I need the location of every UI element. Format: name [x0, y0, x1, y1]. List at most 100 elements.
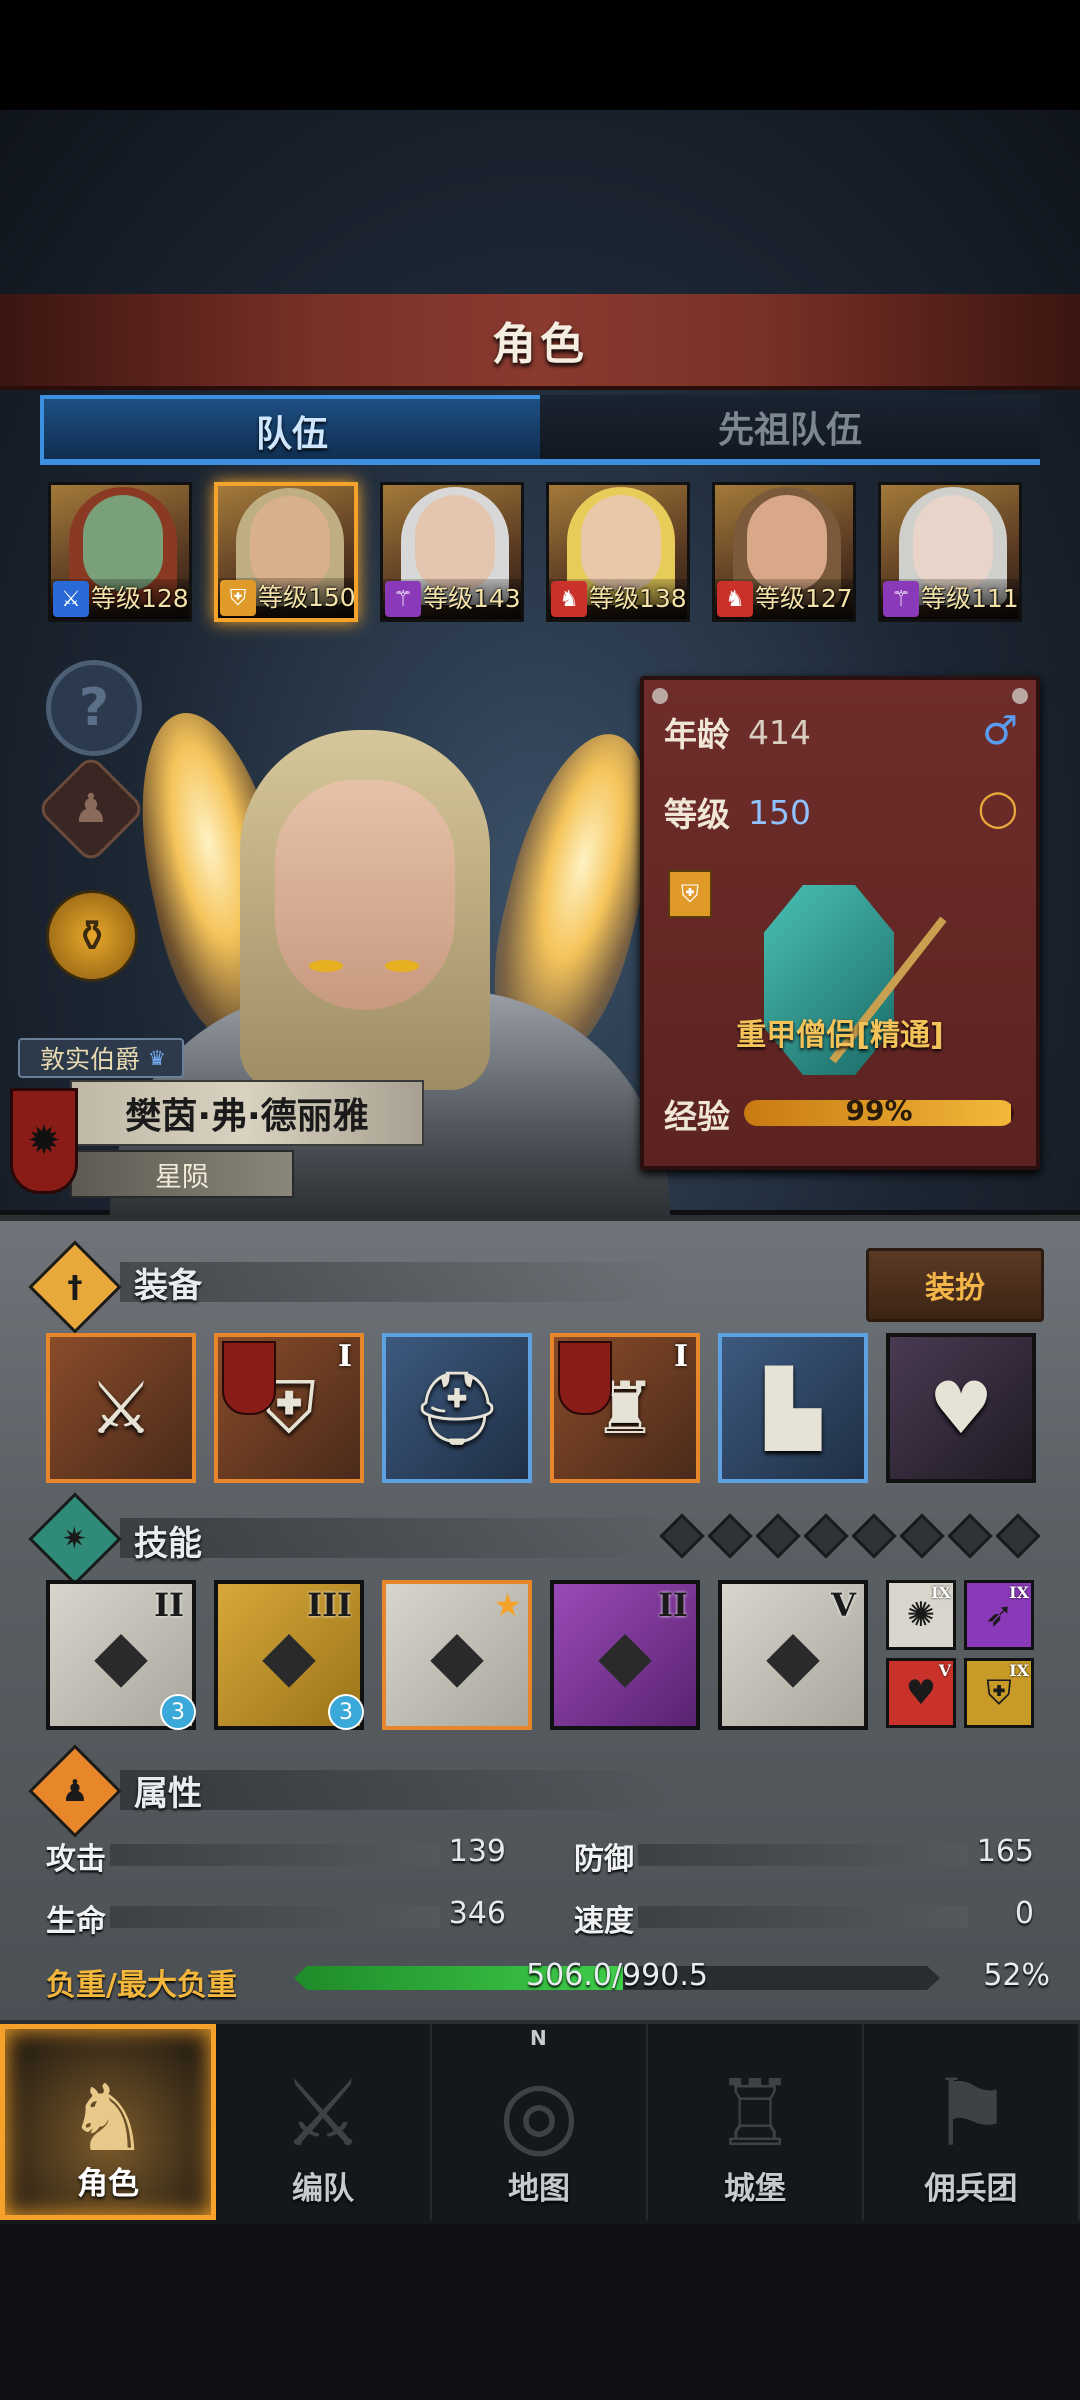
- nav-label: 城堡: [724, 2171, 786, 2207]
- nav-castle[interactable]: ♖ 城堡: [648, 2024, 864, 2220]
- mercenary-icon: ⚑: [929, 2060, 1013, 2167]
- rivet: [1012, 688, 1028, 704]
- attack-row: 攻击 139: [46, 1834, 506, 1877]
- mini-skill-burst[interactable]: ✺ IX: [886, 1580, 956, 1650]
- armor-slot[interactable]: I ♜: [550, 1333, 700, 1483]
- skill-tier: II: [154, 1586, 184, 1624]
- skill-tier: IX: [931, 1583, 951, 1602]
- speed-label: 速度: [574, 1904, 634, 1939]
- tab-team[interactable]: 队伍: [40, 395, 544, 463]
- mini-skill-shield-icon: ⛨: [986, 1673, 1012, 1713]
- boots-slot[interactable]: ▙: [718, 1333, 868, 1483]
- portrait-face: [415, 495, 495, 591]
- member-level: 等级128: [91, 584, 189, 613]
- tab-ancestor-team[interactable]: 先祖队伍: [540, 395, 1040, 459]
- speed-value: 0: [1014, 1896, 1034, 1931]
- skill-tier: V: [938, 1661, 951, 1680]
- skill-5[interactable]: ◆ V: [718, 1580, 868, 1730]
- male-icon: ♂: [982, 708, 1018, 754]
- hp-bar: [110, 1906, 440, 1928]
- weapon-slot[interactable]: ⚔: [46, 1333, 196, 1483]
- hero-eye: [385, 960, 419, 972]
- load-percent: 52%: [983, 1958, 1050, 1993]
- nav-map[interactable]: ◎ 地图 N: [432, 2024, 648, 2220]
- age-label: 年龄: [664, 715, 730, 754]
- status-bar-area: [0, 0, 1080, 110]
- party-member-portrait[interactable]: ♞ 等级127: [712, 482, 856, 622]
- amulet-slot[interactable]: ♥: [886, 1333, 1036, 1483]
- defense-bar: [638, 1844, 968, 1866]
- hero-info-panel: 年龄 414 ♂ 等级 150 ◯ ⛨ 重甲僧侣[精通] 经验 99%: [640, 676, 1040, 1170]
- compass-letter: N: [530, 2026, 547, 2050]
- member-level: 等级138: [589, 584, 687, 613]
- attack-value: 139: [448, 1834, 506, 1869]
- member-level: 等级111: [921, 584, 1019, 613]
- skill-icon: ◆: [598, 1614, 652, 1696]
- nav-label: 角色: [77, 2166, 139, 2202]
- skill-charge-badge: 3: [160, 1694, 196, 1730]
- skill-charge-badge: 3: [328, 1694, 364, 1730]
- skill-3[interactable]: ◆ ★: [382, 1580, 532, 1730]
- attributes-title: 属性: [134, 1774, 202, 1814]
- skill-2[interactable]: ◆ III 3: [214, 1580, 364, 1730]
- mini-skill-heart-icon: ♥: [905, 1673, 937, 1713]
- noble-title: 敦实伯爵: [40, 1045, 141, 1074]
- staff-icon: ⚚: [385, 581, 421, 617]
- nav-mercenary[interactable]: ⚑ 佣兵团: [864, 2024, 1080, 2220]
- star-plate: 星陨: [70, 1150, 294, 1198]
- star-icon: ★: [493, 1586, 522, 1624]
- hero-name: 樊茵·弗·德丽雅: [125, 1096, 369, 1137]
- party-member-portrait[interactable]: ♞ 等级138: [546, 482, 690, 622]
- sword-icon: ⚔: [53, 581, 89, 617]
- shield-slot[interactable]: I ⛨: [214, 1333, 364, 1483]
- skill-tier: IX: [1009, 1661, 1029, 1680]
- formation-icon: ⚔: [281, 2060, 365, 2167]
- age-row: 年龄 414: [664, 708, 811, 756]
- skill-tier: II: [658, 1586, 688, 1624]
- portrait-face: [913, 495, 993, 591]
- member-level: 等级127: [755, 584, 853, 613]
- skill-tier: III: [307, 1586, 352, 1624]
- hp-row: 生命 346: [46, 1896, 506, 1939]
- load-label: 负重/最大负重: [46, 1968, 237, 2003]
- party-member-portrait[interactable]: ⚚ 等级111: [878, 482, 1022, 622]
- nav-character[interactable]: ♞ 角色: [0, 2024, 216, 2220]
- hero-star: 星陨: [155, 1161, 209, 1193]
- mini-skill-heart[interactable]: ♥ V: [886, 1658, 956, 1728]
- beast-icon: ♞: [717, 581, 753, 617]
- nav-formation[interactable]: ⚔ 编队: [216, 2024, 432, 2220]
- skill-4[interactable]: ◆ II: [550, 1580, 700, 1730]
- exp-label: 经验: [664, 1097, 730, 1136]
- speed-bar: [638, 1906, 968, 1928]
- rivet: [652, 688, 668, 704]
- ring-icon[interactable]: ◯: [978, 788, 1018, 829]
- hero-face: [275, 780, 455, 1010]
- attack-label: 攻击: [46, 1842, 106, 1877]
- shield-icon: ⛨: [220, 580, 256, 616]
- team-tabs: 队伍 先祖队伍: [40, 395, 1040, 465]
- equip-tier: I: [673, 1339, 688, 1374]
- staff-icon: ⚚: [883, 581, 919, 617]
- section-rule: [120, 1770, 680, 1810]
- mini-skill-shield[interactable]: ⛨ IX: [964, 1658, 1034, 1728]
- mini-skill-spear[interactable]: ➶ IX: [964, 1580, 1034, 1650]
- party-member-portrait[interactable]: ⚔ 等级128: [48, 482, 192, 622]
- party-member-portrait[interactable]: ⚚ 等级143: [380, 482, 524, 622]
- map-icon: ◎: [498, 2060, 580, 2167]
- weapon-icon: ⚔: [88, 1366, 154, 1450]
- party-member-portrait[interactable]: ⛨ 等级150: [214, 482, 358, 622]
- helmet-slot[interactable]: ⛑: [382, 1333, 532, 1483]
- exp-value: 99%: [845, 1094, 913, 1127]
- level-value: 150: [748, 792, 811, 832]
- equipment-title: 装备: [134, 1266, 202, 1306]
- faction-flag-icon: [222, 1341, 276, 1415]
- class-badge-icon: ⛨: [668, 870, 712, 918]
- skill-1[interactable]: ◆ II 3: [46, 1580, 196, 1730]
- boots-icon: ▙: [765, 1366, 821, 1450]
- level-row: 等级 150: [664, 788, 811, 836]
- portrait-face: [581, 495, 661, 591]
- class-name: 重甲僧侣[精通]: [736, 1018, 944, 1053]
- outfit-button[interactable]: 装扮: [866, 1248, 1044, 1322]
- skill-icon: ◆: [430, 1614, 484, 1696]
- castle-icon: ♖: [713, 2060, 797, 2167]
